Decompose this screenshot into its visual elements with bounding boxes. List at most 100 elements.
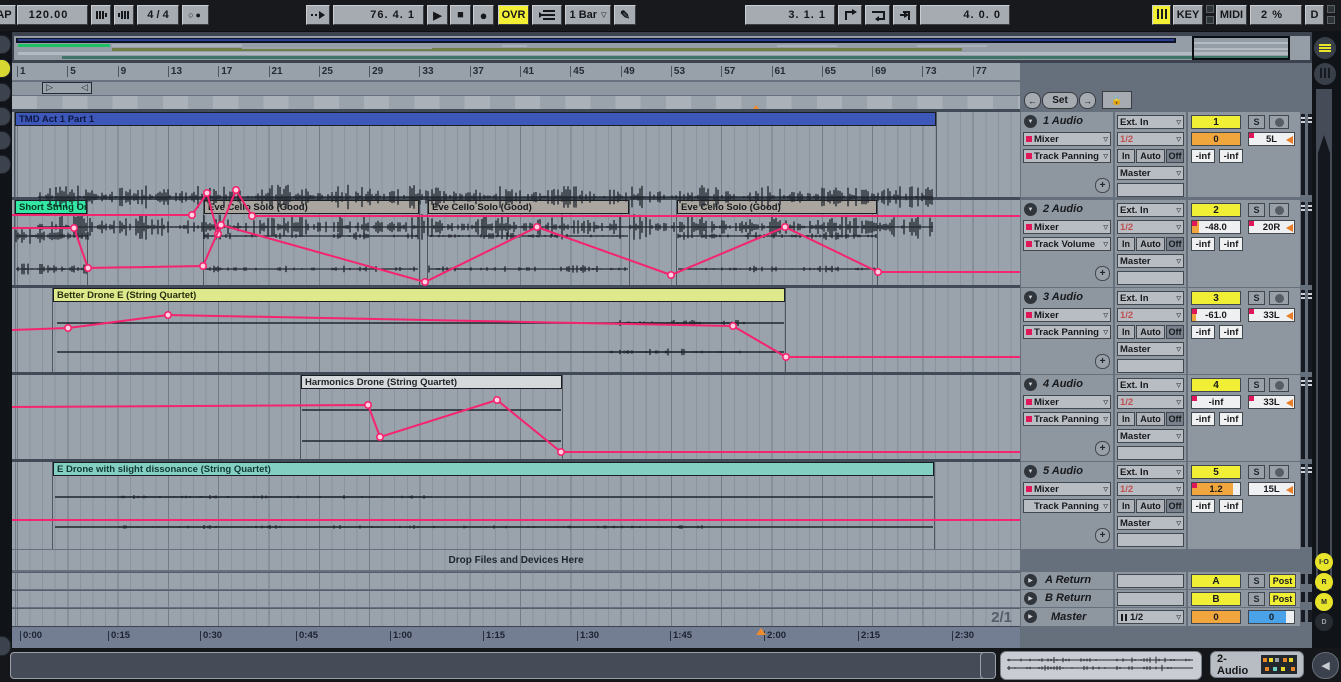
overdub-button[interactable]: OVR — [498, 5, 529, 25]
automation-param-chooser[interactable]: Track Panning▽ — [1023, 149, 1111, 163]
pan-field[interactable]: 15L — [1248, 482, 1295, 496]
io-section-toggle[interactable]: I·O — [1315, 553, 1333, 571]
scrollbar-thumb[interactable] — [1318, 135, 1330, 575]
clip-title[interactable]: E Drone with slight dissonance (String Q… — [53, 462, 934, 476]
loop-brace-row[interactable]: ▷ ◁ — [12, 82, 1020, 95]
midi-map-mode-button[interactable]: MIDI — [1216, 5, 1247, 25]
arrangement-overview[interactable] — [14, 36, 1310, 60]
volume-field[interactable]: -61.0 — [1191, 308, 1241, 322]
monitor-in-button[interactable]: In — [1117, 499, 1135, 513]
automation-param-chooser[interactable]: Track Panning▽ — [1023, 499, 1111, 513]
input-type-chooser[interactable]: Ext. In▽ — [1117, 203, 1184, 217]
quantization-chooser[interactable]: 1 Bar▽ — [565, 5, 611, 25]
monitor-in-button[interactable]: In — [1117, 325, 1135, 339]
track-fold-button[interactable]: ▼ — [1024, 203, 1037, 216]
track-lane[interactable]: Harmonics Drone (String Quartet) — [12, 375, 1020, 461]
return-lane-b[interactable] — [12, 590, 1020, 607]
pan-field[interactable]: 33L — [1248, 308, 1295, 322]
browser-tab-button[interactable] — [0, 83, 11, 102]
drop-zone[interactable]: Drop Files and Devices Here — [12, 550, 1020, 570]
audio-clip[interactable]: Short String Orc — [14, 200, 88, 287]
beat-time-ruler[interactable]: 1591317212529333741454953576165697377 — [12, 63, 1020, 81]
master-channel-chooser[interactable]: 1/2▽ — [1117, 610, 1184, 624]
metronome-button[interactable]: ○● — [182, 5, 209, 25]
meter-peak-left[interactable]: -inf — [1191, 499, 1215, 513]
add-automation-lane-button[interactable]: + — [1095, 441, 1110, 456]
track-name[interactable]: 2 Audio — [1043, 203, 1083, 215]
device-chooser[interactable]: Mixer▽ — [1023, 482, 1111, 496]
clip-title[interactable]: Short String Orc — [15, 200, 87, 214]
overview-view-box[interactable] — [1192, 36, 1290, 60]
input-type-chooser[interactable]: Ext. In▽ — [1117, 115, 1184, 129]
scroll-down-arrow[interactable] — [1318, 541, 1330, 549]
output-channel-box[interactable] — [1117, 446, 1184, 460]
solo-button[interactable]: S — [1248, 115, 1265, 129]
nudge-down-button[interactable] — [91, 5, 111, 25]
clip-title[interactable]: Eve Cello Solo (Good) — [428, 200, 629, 214]
show-detail-view-button[interactable]: ◀ — [1312, 652, 1339, 679]
add-automation-lane-button[interactable]: + — [1095, 266, 1110, 281]
device-chooser[interactable]: Mixer▽ — [1023, 132, 1111, 146]
input-type-chooser[interactable]: Ext. In▽ — [1117, 291, 1184, 305]
punch-out-marker[interactable]: ◁ — [81, 82, 88, 93]
solo-button[interactable]: S — [1248, 592, 1265, 606]
audio-clip[interactable]: Eve Cello Solo (Good) — [203, 200, 420, 287]
track-header[interactable]: ▼ 2 Audio Mixer▽ Track Volume▽ + Ext. In… — [1021, 200, 1311, 287]
track-fold-button[interactable]: ▶ — [1024, 610, 1037, 623]
output-chooser[interactable]: Master▽ — [1117, 516, 1184, 530]
input-channel-chooser[interactable]: 1/2▽ — [1117, 482, 1184, 496]
automation-param-chooser[interactable]: Track Volume▽ — [1023, 237, 1111, 251]
track-header[interactable]: ▼ 5 Audio Mixer▽ Track Panning▽ + Ext. I… — [1021, 462, 1311, 549]
master-pan-field[interactable]: 0 — [1248, 610, 1295, 624]
device-chooser[interactable]: Mixer▽ — [1023, 395, 1111, 409]
solo-button[interactable]: S — [1248, 203, 1265, 217]
track-name[interactable]: 5 Audio — [1043, 465, 1083, 477]
meter-peak-left[interactable]: -inf — [1191, 412, 1215, 426]
input-channel-chooser[interactable]: 1/2▽ — [1117, 308, 1184, 322]
track-header[interactable]: ▼ 3 Audio Mixer▽ Track Panning▽ + Ext. I… — [1021, 288, 1311, 374]
track-lane[interactable]: E Drone with slight dissonance (String Q… — [12, 462, 1020, 549]
volume-field[interactable]: 0 — [1191, 132, 1241, 146]
track-name[interactable]: 4 Audio — [1043, 378, 1083, 390]
input-channel-chooser[interactable]: 1/2▽ — [1117, 132, 1184, 146]
arm-button[interactable] — [1269, 291, 1289, 305]
pan-field[interactable]: 33L — [1248, 395, 1295, 409]
solo-button[interactable]: S — [1248, 574, 1265, 588]
punch-in-marker[interactable]: ▷ — [46, 82, 53, 93]
output-channel-box[interactable] — [1117, 533, 1184, 547]
track-fold-button[interactable]: ▼ — [1024, 291, 1037, 304]
input-type-chooser[interactable]: Ext. In▽ — [1117, 378, 1184, 392]
clip-title[interactable]: Eve Cello Solo (Good) — [677, 200, 877, 214]
track-fold-button[interactable]: ▶ — [1024, 592, 1037, 605]
monitor-auto-button[interactable]: Auto — [1136, 237, 1165, 251]
output-chooser[interactable]: Master▽ — [1117, 166, 1184, 180]
loop-start-field[interactable]: 3. 1. 1 — [745, 5, 835, 25]
clip-title[interactable]: Better Drone E (String Quartet) — [53, 288, 785, 302]
loop-length-field[interactable]: 4. 0. 0 — [920, 5, 1010, 25]
arm-button[interactable] — [1269, 115, 1289, 129]
time-ruler[interactable]: 0:000:150:300:451:001:151:301:452:002:15… — [12, 626, 1020, 648]
return-track-header[interactable]: ▶ A Return A S Post — [1021, 572, 1311, 589]
audio-clip[interactable]: E Drone with slight dissonance (String Q… — [52, 462, 935, 549]
track-name[interactable]: A Return — [1045, 574, 1091, 586]
master-volume-field[interactable]: 0 — [1191, 610, 1241, 624]
monitor-auto-button[interactable]: Auto — [1136, 325, 1165, 339]
loop-brace[interactable]: ▷ ◁ — [42, 82, 92, 94]
computer-midi-keyboard-button[interactable] — [1152, 5, 1171, 25]
tap-tempo-button[interactable]: AP — [0, 5, 16, 25]
pre-post-toggle[interactable]: Post — [1269, 574, 1296, 588]
output-channel-box[interactable] — [1117, 574, 1184, 588]
track-name[interactable]: 3 Audio — [1043, 291, 1083, 303]
next-locator-button[interactable]: → — [1079, 92, 1096, 109]
browser-tab-button[interactable] — [0, 35, 11, 54]
meter-peak-left[interactable]: -inf — [1191, 149, 1215, 163]
arm-button[interactable] — [1269, 465, 1289, 479]
track-activator[interactable]: B — [1191, 592, 1241, 606]
tempo-field[interactable]: 120.00 — [17, 5, 88, 25]
loop-switch[interactable] — [865, 5, 890, 25]
browser-tab-button[interactable] — [0, 155, 11, 174]
clip-title[interactable]: Harmonics Drone (String Quartet) — [301, 375, 562, 389]
output-channel-box[interactable] — [1117, 271, 1184, 285]
volume-field[interactable]: -48.0 — [1191, 220, 1241, 234]
track-activator[interactable]: 1 — [1191, 115, 1241, 129]
